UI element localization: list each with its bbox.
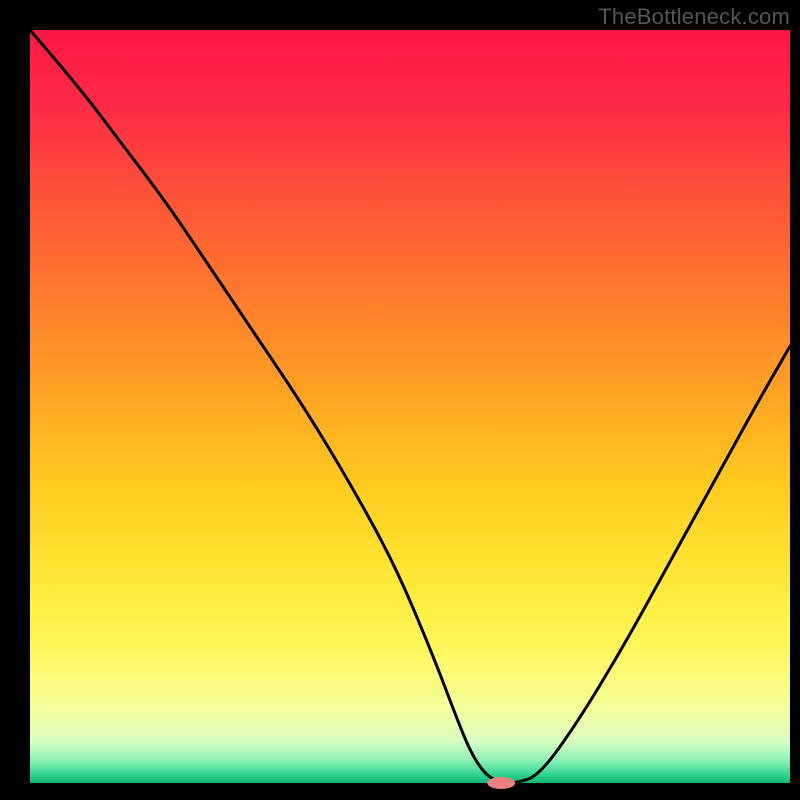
chart-frame: TheBottleneck.com <box>0 0 800 800</box>
bottleneck-chart <box>0 0 800 800</box>
optimal-marker <box>487 777 515 789</box>
plot-background <box>30 30 790 783</box>
watermark-text: TheBottleneck.com <box>598 4 790 30</box>
